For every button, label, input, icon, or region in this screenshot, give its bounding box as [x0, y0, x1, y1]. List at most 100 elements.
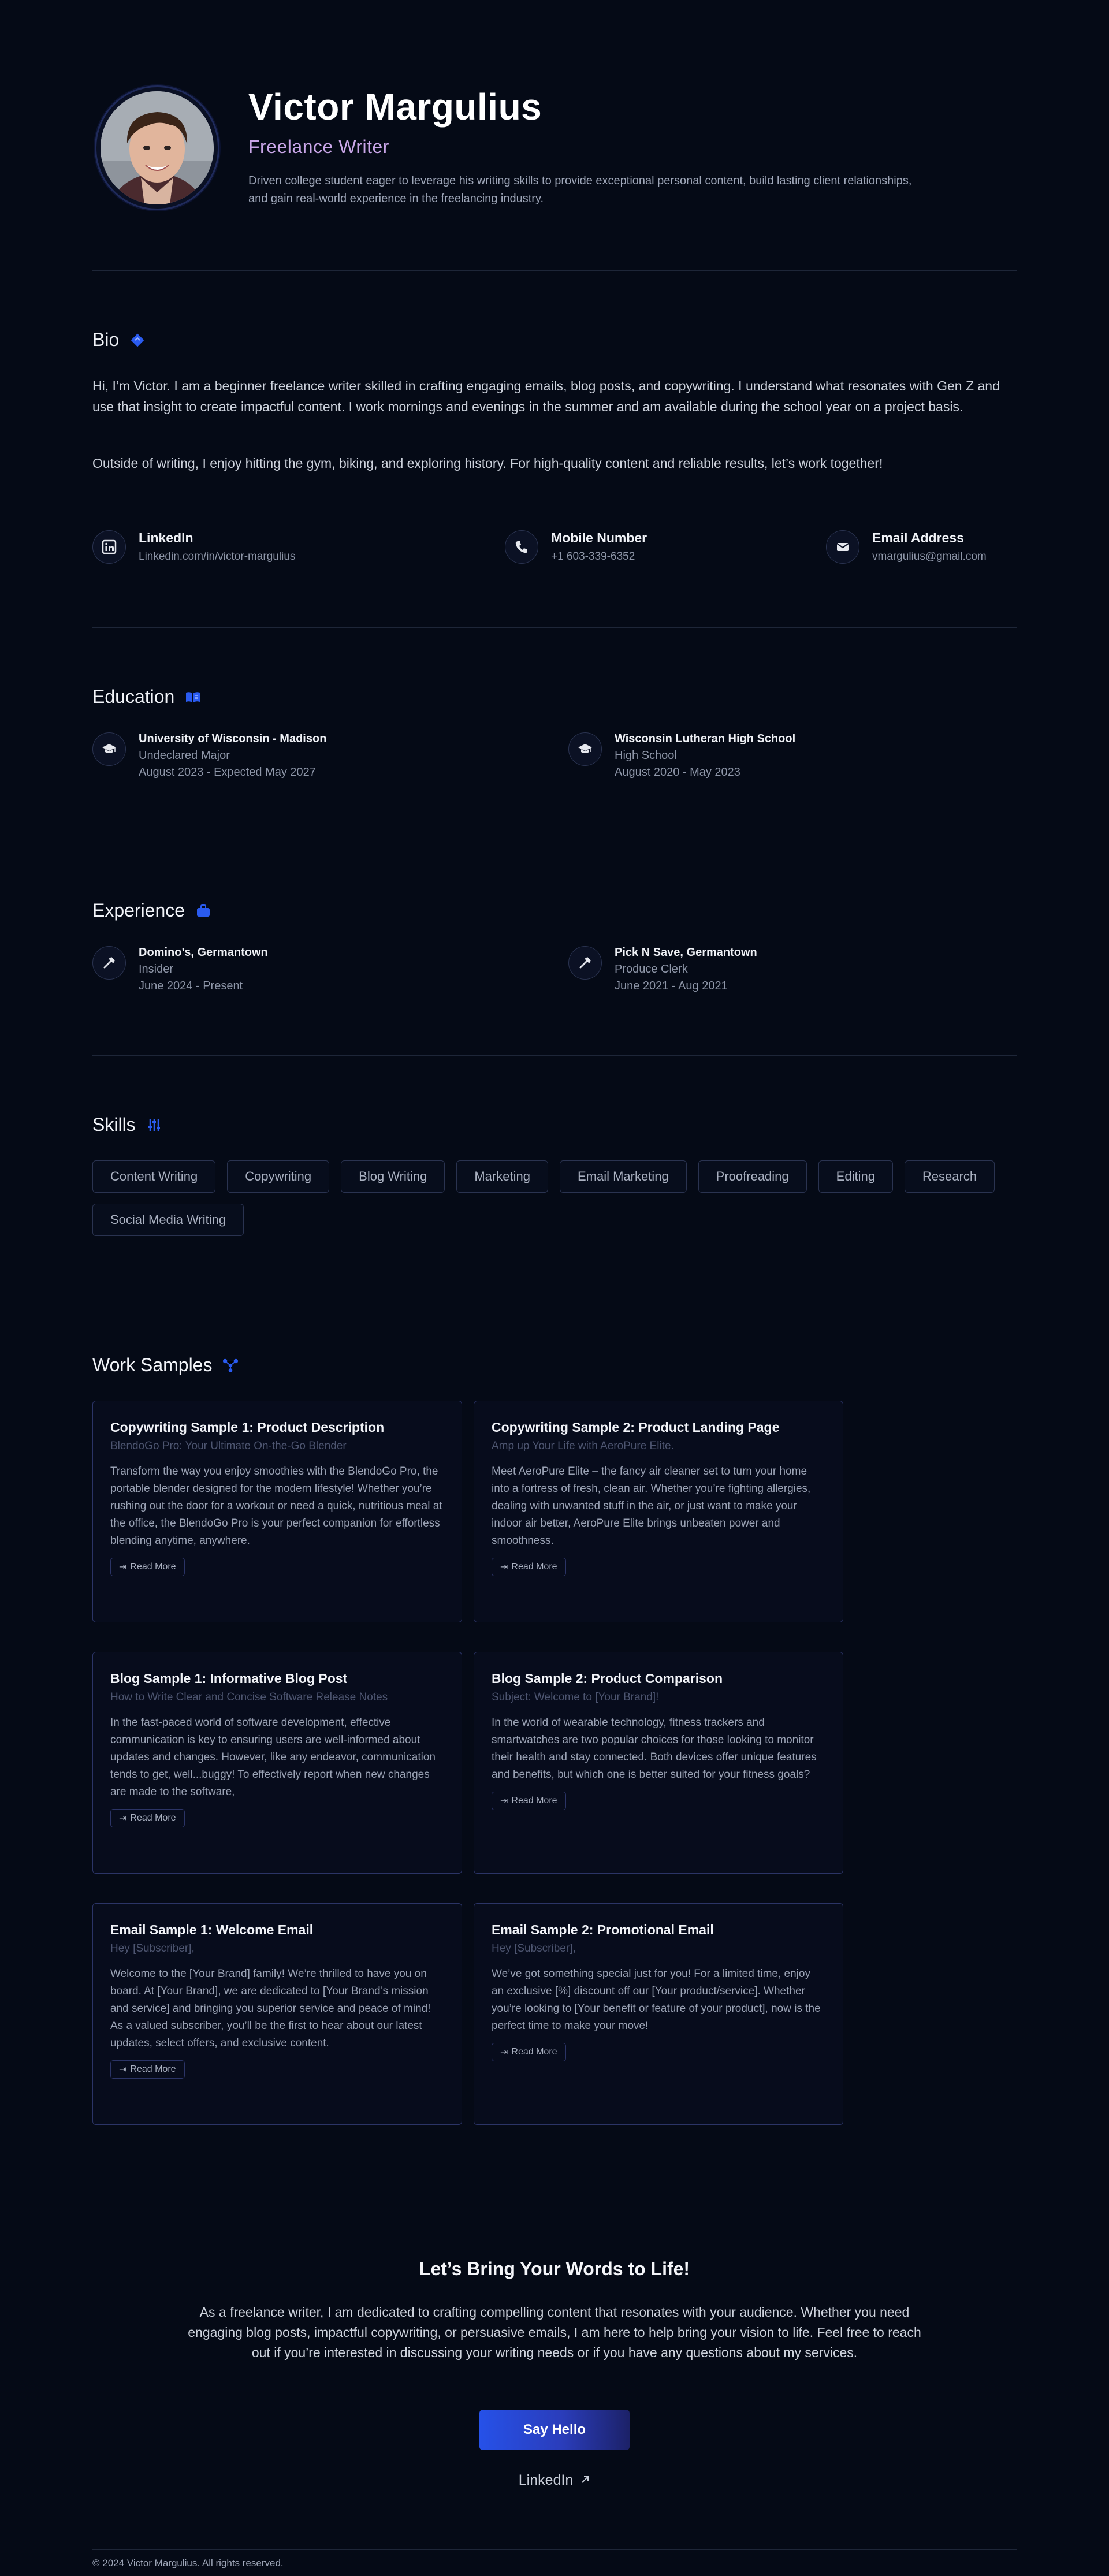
- diamond-icon: [129, 332, 146, 348]
- work-sample-card: Blog Sample 1: Informative Blog Post How…: [92, 1652, 462, 1874]
- card-title: Copywriting Sample 2: Product Landing Pa…: [492, 1420, 780, 1435]
- cta-text: As a freelance writer, I am dedicated to…: [188, 2305, 921, 2360]
- linkedin-icon: [92, 530, 126, 564]
- education-heading-text: Education: [92, 686, 175, 707]
- say-hello-button[interactable]: Say Hello: [479, 2410, 630, 2450]
- contact-value[interactable]: vmargulius@gmail.com: [872, 550, 987, 563]
- contact-phone[interactable]: Mobile Number +1 603-339-6352: [505, 530, 647, 564]
- read-more-button[interactable]: ⇥ Read More: [110, 1558, 185, 1576]
- skill-chip: Editing: [818, 1160, 893, 1193]
- read-more-label: Read More: [130, 1562, 176, 1572]
- network-icon: [222, 1357, 239, 1373]
- read-more-button[interactable]: ⇥ Read More: [492, 2043, 566, 2061]
- login-arrow-icon: ⇥: [500, 2048, 508, 2057]
- cta-section: Let’s Bring Your Words to Life! As a fre…: [92, 2258, 1017, 2501]
- experience-item: Pick N Save, Germantown Produce Clerk Ju…: [568, 946, 757, 993]
- card-body: In the fast-paced world of software deve…: [110, 1717, 436, 1798]
- read-more-label: Read More: [511, 1562, 557, 1572]
- phone-icon: [505, 530, 538, 564]
- education-item: University of Wisconsin - Madison Undecl…: [92, 732, 326, 779]
- contact-value[interactable]: +1 603-339-6352: [551, 550, 647, 563]
- divider: [92, 270, 1017, 271]
- read-more-label: Read More: [130, 2064, 176, 2074]
- linkedin-link-label: LinkedIn: [518, 2472, 574, 2488]
- work-sample-card: Email Sample 2: Promotional Email Hey [S…: [474, 1903, 843, 2125]
- login-arrow-icon: ⇥: [119, 2065, 127, 2075]
- education-heading: Education: [92, 686, 201, 708]
- read-more-label: Read More: [511, 1796, 557, 1806]
- skills-section: Skills Content Writing Copywriting Blog …: [92, 1114, 1017, 1241]
- school-dates: August 2023 - Expected May 2027: [139, 766, 316, 779]
- portfolio-page: Victor Margulius Freelance Writer Driven…: [0, 0, 1109, 2576]
- skill-chip: Copywriting: [227, 1160, 330, 1193]
- read-more-button[interactable]: ⇥ Read More: [492, 1558, 566, 1576]
- profile-name: Victor Margulius: [248, 86, 542, 128]
- skill-chip: Content Writing: [92, 1160, 216, 1193]
- job-title: Produce Clerk: [615, 963, 688, 976]
- contact-label: LinkedIn: [139, 530, 193, 545]
- school-detail: Undeclared Major: [139, 749, 230, 762]
- contact-email[interactable]: Email Address vmargulius@gmail.com: [826, 530, 987, 564]
- read-more-button[interactable]: ⇥ Read More: [492, 1792, 566, 1810]
- bio-section: Bio Hi, I’m Victor. I am a beginner free…: [92, 329, 1017, 583]
- briefcase-icon: [195, 903, 211, 919]
- bio-heading: Bio: [92, 329, 146, 351]
- card-body: Transform the way you enjoy smoothies wi…: [110, 1465, 442, 1547]
- book-icon: [185, 689, 201, 705]
- login-arrow-icon: ⇥: [119, 1814, 127, 1823]
- external-arrow-icon: [580, 2472, 590, 2489]
- school-name: Wisconsin Lutheran High School: [615, 732, 796, 745]
- job-title: Insider: [139, 963, 174, 976]
- card-body: We’ve got something special just for you…: [492, 1968, 821, 2032]
- read-more-label: Read More: [511, 2047, 557, 2057]
- footer-copyright: © 2024 Victor Margulius. All rights rese…: [92, 2558, 284, 2568]
- hammer-icon: [92, 946, 126, 980]
- card-subtitle: Hey [Subscriber],: [492, 1942, 576, 1955]
- profile-title: Freelance Writer: [248, 136, 389, 157]
- divider: [92, 1055, 1017, 1056]
- login-arrow-icon: ⇥: [500, 1796, 508, 1806]
- card-title: Email Sample 2: Promotional Email: [492, 1922, 714, 1937]
- education-section: Education University of Wisconsin - Madi…: [92, 686, 1017, 790]
- card-title: Copywriting Sample 1: Product Descriptio…: [110, 1420, 385, 1435]
- graduation-cap-icon: [568, 732, 602, 766]
- skills-heading: Skills: [92, 1114, 162, 1136]
- profile-description: Driven college student eager to leverage…: [248, 174, 912, 205]
- work-samples-section: Work Samples Copywriting Sample 1: Produ…: [92, 1354, 1017, 2128]
- work-sample-card: Email Sample 1: Welcome Email Hey [Subsc…: [92, 1903, 462, 2125]
- card-subtitle: BlendoGo Pro: Your Ultimate On-the-Go Bl…: [110, 1440, 347, 1452]
- avatar: [95, 85, 219, 210]
- bio-paragraph: Hi, I’m Victor. I am a beginner freelanc…: [92, 378, 1000, 414]
- card-title: Blog Sample 1: Informative Blog Post: [110, 1671, 348, 1686]
- work-sample-card: Blog Sample 2: Product Comparison Subjec…: [474, 1652, 843, 1874]
- skill-chip: Social Media Writing: [92, 1204, 244, 1236]
- divider: [92, 2549, 1017, 2550]
- card-body: Welcome to the [Your Brand] family! We’r…: [110, 1968, 431, 2049]
- contact-label: Email Address: [872, 530, 964, 545]
- graduation-cap-icon: [92, 732, 126, 766]
- skills-heading-text: Skills: [92, 1114, 136, 1135]
- skills-list: Content Writing Copywriting Blog Writing…: [92, 1160, 1017, 1236]
- contact-linkedin[interactable]: LinkedIn Linkedin.com/in/victor-marguliu…: [92, 530, 295, 564]
- linkedin-link[interactable]: LinkedIn: [92, 2472, 1017, 2489]
- read-more-button[interactable]: ⇥ Read More: [110, 1809, 185, 1827]
- card-body: In the world of wearable technology, fit…: [492, 1717, 817, 1781]
- divider: [92, 627, 1017, 628]
- card-title: Blog Sample 2: Product Comparison: [492, 1671, 723, 1686]
- card-subtitle: Amp up Your Life with AeroPure Elite.: [492, 1440, 674, 1452]
- school-dates: August 2020 - May 2023: [615, 766, 740, 779]
- profile-header: Victor Margulius Freelance Writer Driven…: [92, 85, 1017, 219]
- avatar-photo: [101, 91, 214, 204]
- work-heading: Work Samples: [92, 1354, 239, 1376]
- work-sample-card: Copywriting Sample 2: Product Landing Pa…: [474, 1401, 843, 1622]
- card-body: Meet AeroPure Elite – the fancy air clea…: [492, 1465, 811, 1547]
- card-subtitle: Hey [Subscriber],: [110, 1942, 195, 1955]
- experience-item: Domino’s, Germantown Insider June 2024 -…: [92, 946, 268, 993]
- contact-value[interactable]: Linkedin.com/in/victor-margulius: [139, 550, 295, 563]
- work-sample-card: Copywriting Sample 1: Product Descriptio…: [92, 1401, 462, 1622]
- employer-name: Pick N Save, Germantown: [615, 946, 757, 959]
- login-arrow-icon: ⇥: [119, 1562, 127, 1572]
- job-dates: June 2021 - Aug 2021: [615, 980, 728, 992]
- read-more-button[interactable]: ⇥ Read More: [110, 2060, 185, 2079]
- education-item: Wisconsin Lutheran High School High Scho…: [568, 732, 795, 779]
